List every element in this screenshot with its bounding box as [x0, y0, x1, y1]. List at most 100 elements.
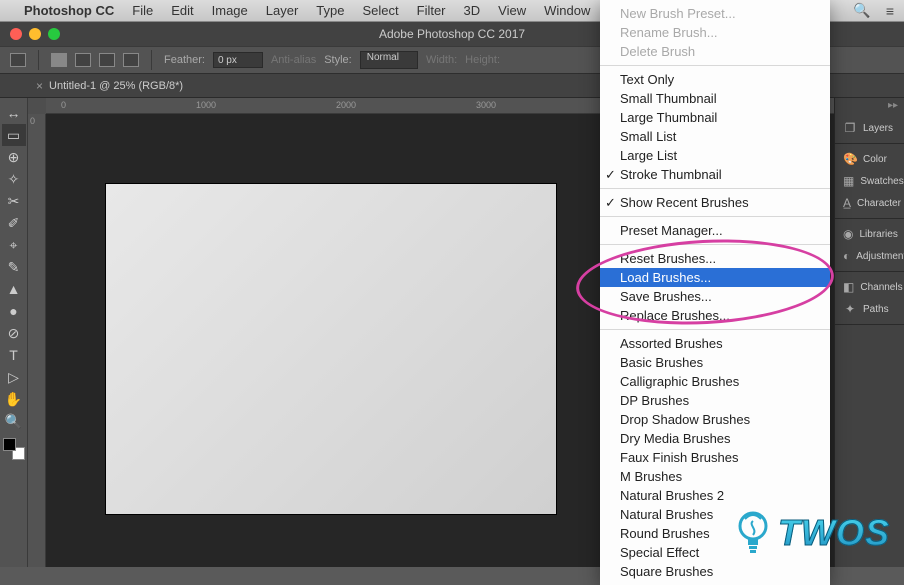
ruler-vertical[interactable]: 0	[28, 114, 46, 567]
menubar-app[interactable]: Photoshop CC	[24, 3, 114, 18]
separator	[151, 50, 152, 70]
menu-item[interactable]: M Brushes	[600, 467, 830, 486]
menu-item: New Brush Preset...	[600, 4, 830, 23]
panel-label: Character	[857, 198, 901, 209]
menu-item[interactable]: Square Brushes	[600, 562, 830, 581]
menu-separator	[600, 65, 830, 66]
menu-item[interactable]: Drop Shadow Brushes	[600, 410, 830, 429]
panel-layers[interactable]: ❐ Layers	[835, 117, 904, 139]
panel-adjustments[interactable]: ◐Adjustment…	[835, 245, 904, 267]
feather-label: Feather:	[164, 54, 205, 66]
panel-label: Libraries	[859, 229, 897, 240]
lasso-tool[interactable]: ⊕	[2, 146, 26, 168]
panel-paths[interactable]: ✦ Paths	[835, 298, 904, 320]
menu-extras-icon[interactable]: ≡	[886, 3, 894, 19]
marquee-tool-icon[interactable]	[10, 53, 26, 67]
heal-tool[interactable]: ⌖	[2, 234, 26, 256]
foreground-color-swatch[interactable]	[3, 438, 16, 451]
hand-tool[interactable]: ✋	[2, 388, 26, 410]
layers-icon: ❐	[843, 121, 857, 135]
blur-tool[interactable]: ⊘	[2, 322, 26, 344]
menubar-select[interactable]: Select	[362, 3, 398, 18]
brush-tool[interactable]: ✎	[2, 256, 26, 278]
gradient-tool[interactable]: ●	[2, 300, 26, 322]
antialias-checkbox: Anti-alias	[271, 54, 316, 66]
crop-tool[interactable]: ✂	[2, 190, 26, 212]
path-tool[interactable]: ▷	[2, 366, 26, 388]
menu-item[interactable]: DP Brushes	[600, 391, 830, 410]
color-swatches[interactable]	[3, 438, 25, 460]
menu-separator	[600, 216, 830, 217]
menubar-view[interactable]: View	[498, 3, 526, 18]
document-tab[interactable]: × Untitled-1 @ 25% (RGB/8*)	[28, 79, 191, 93]
menu-item[interactable]: Stroke Thumbnail	[600, 165, 830, 184]
window-zoom-button[interactable]	[48, 28, 60, 40]
search-icon[interactable]: 🔍	[853, 2, 870, 19]
menu-item[interactable]: Text Only	[600, 70, 830, 89]
menu-item[interactable]: Save Brushes...	[600, 287, 830, 306]
menubar-image[interactable]: Image	[212, 3, 248, 18]
window-close-button[interactable]	[10, 28, 22, 40]
menubar-type[interactable]: Type	[316, 3, 344, 18]
document-canvas[interactable]	[106, 184, 556, 514]
menu-item[interactable]: Natural Brushes 2	[600, 486, 830, 505]
document-tab-label: Untitled-1 @ 25% (RGB/8*)	[49, 80, 183, 92]
ruler-mark: 0	[30, 116, 35, 126]
menu-item[interactable]: Replace Brushes...	[600, 306, 830, 325]
move-tool[interactable]: ↔	[2, 102, 26, 124]
panel-label: Swatches	[860, 176, 903, 187]
character-icon: A̲	[843, 196, 851, 210]
panel-swatches[interactable]: ▦Swatches	[835, 170, 904, 192]
subtract-selection-icon[interactable]	[99, 53, 115, 67]
window-minimize-button[interactable]	[29, 28, 41, 40]
menubar-filter[interactable]: Filter	[417, 3, 446, 18]
menubar-layer[interactable]: Layer	[266, 3, 299, 18]
panel-label: Channels	[860, 282, 902, 293]
menu-item[interactable]: Calligraphic Brushes	[600, 372, 830, 391]
panel-color[interactable]: 🎨Color	[835, 148, 904, 170]
type-tool[interactable]: T	[2, 344, 26, 366]
panel-label: Layers	[863, 123, 893, 134]
color-icon: 🎨	[843, 152, 857, 166]
menu-item[interactable]: Reset Brushes...	[600, 249, 830, 268]
menu-item[interactable]: Show Recent Brushes	[600, 193, 830, 212]
menubar-window[interactable]: Window	[544, 3, 590, 18]
menu-item: Rename Brush...	[600, 23, 830, 42]
panel-character[interactable]: A̲ Character	[835, 192, 904, 214]
menu-item[interactable]: Large List	[600, 146, 830, 165]
menu-item[interactable]: Dry Media Brushes	[600, 429, 830, 448]
menu-item[interactable]: Basic Brushes	[600, 353, 830, 372]
intersect-selection-icon[interactable]	[123, 53, 139, 67]
menu-item[interactable]: Small List	[600, 127, 830, 146]
menubar-edit[interactable]: Edit	[171, 3, 193, 18]
menu-item[interactable]: Large Thumbnail	[600, 108, 830, 127]
tab-close-icon[interactable]: ×	[36, 79, 43, 93]
panel-label: Paths	[863, 304, 889, 315]
menubar-3d[interactable]: 3D	[464, 3, 481, 18]
paths-icon: ✦	[843, 302, 857, 316]
eyedropper-tool[interactable]: ✐	[2, 212, 26, 234]
wand-tool[interactable]: ✧	[2, 168, 26, 190]
menu-item[interactable]: Preset Manager...	[600, 221, 830, 240]
watermark-text: TWOS	[778, 512, 890, 554]
marquee-tool[interactable]: ▭	[2, 124, 26, 146]
new-selection-icon[interactable]	[51, 53, 67, 67]
add-selection-icon[interactable]	[75, 53, 91, 67]
menu-item[interactable]: Assorted Brushes	[600, 334, 830, 353]
ruler-mark: 1000	[196, 100, 216, 110]
menu-item[interactable]: Small Thumbnail	[600, 89, 830, 108]
lightbulb-icon	[732, 509, 774, 557]
feather-input[interactable]: 0 px	[213, 52, 263, 68]
collapse-panels-icon[interactable]: ▸▸	[835, 98, 904, 113]
style-select[interactable]: Normal	[360, 51, 418, 69]
menubar-file[interactable]: File	[132, 3, 153, 18]
panel-channels[interactable]: ◧Channels	[835, 276, 904, 298]
stamp-tool[interactable]: ▲	[2, 278, 26, 300]
menu-item[interactable]: Load Brushes...	[600, 268, 830, 287]
adjustments-icon: ◐	[843, 249, 850, 263]
panel-libraries[interactable]: ◉Libraries	[835, 223, 904, 245]
zoom-tool[interactable]: 🔍	[2, 410, 26, 432]
ruler-mark: 2000	[336, 100, 356, 110]
menu-item[interactable]: Faux Finish Brushes	[600, 448, 830, 467]
menu-item: Delete Brush	[600, 42, 830, 61]
